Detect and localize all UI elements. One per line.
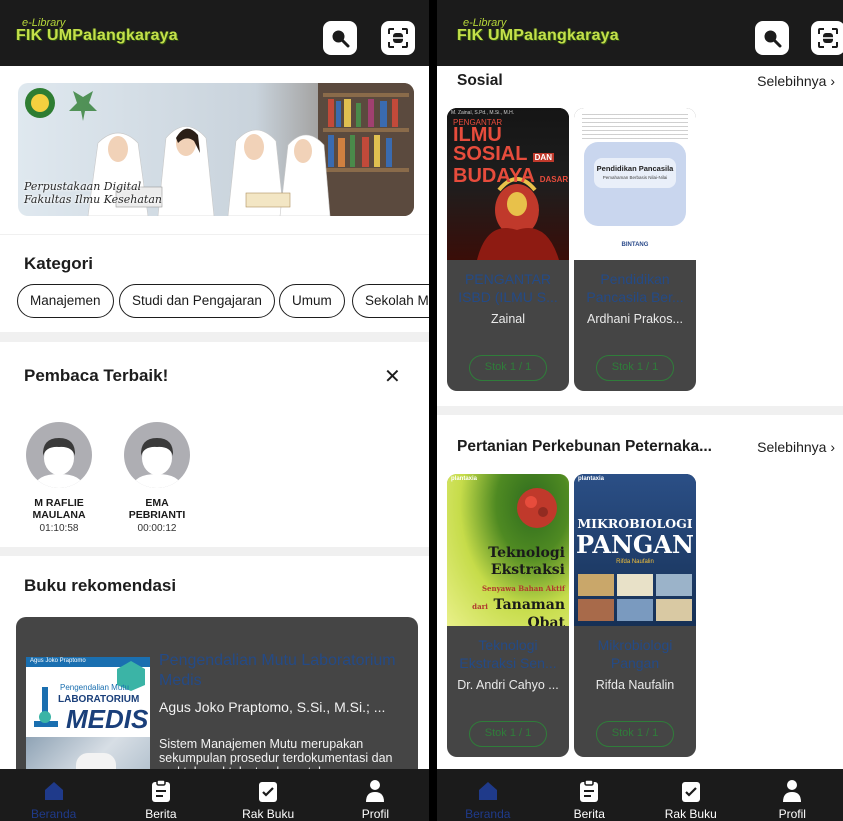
bottom-navigation: Beranda Berita Rak Buku Profil (437, 769, 843, 821)
book-title[interactable]: PENGANTAR ISBD (ILMU S... (451, 270, 565, 306)
kategori-title: Kategori (24, 254, 93, 273)
best-reader-title: Pembaca Terbaik! (24, 366, 169, 385)
left-screen: e-Library FIK UMPalangkaraya Perpustakaa… (0, 0, 429, 821)
book-cover: Pendidikan Pancasila Pemahaman Berbasis … (574, 108, 696, 260)
chip-category[interactable]: Studi dan Pengajaran (119, 284, 275, 318)
book-author: Agus Joko Praptomo, S.Si., M.Si.; ... (159, 699, 386, 715)
nav-profil[interactable]: Profil (742, 769, 843, 821)
book-author: Rifda Naufalin (595, 678, 675, 692)
book-author: Dr. Andri Cahyo ... (457, 678, 559, 692)
nav-beranda[interactable]: Beranda (437, 769, 539, 821)
book-cover: plantaxia Teknologi Ekstraksi Senyawa Ba… (447, 474, 569, 626)
home-icon (478, 782, 497, 800)
section-title: Sosial (457, 72, 503, 89)
profile-icon (783, 780, 802, 802)
stock-badge: Stok 1 / 1 (596, 355, 674, 381)
news-icon (580, 779, 599, 802)
user-avatar-icon (132, 438, 182, 488)
chip-category[interactable]: Sekolah M (352, 284, 429, 318)
see-more-link[interactable]: Selebihnya › (757, 73, 835, 89)
hero-banner[interactable]: Perpustakaan Digital Fakultas Ilmu Keseh… (18, 83, 414, 216)
book-card[interactable]: Pendidikan Pancasila Pemahaman Berbasis … (574, 108, 696, 391)
search-button[interactable] (755, 21, 789, 55)
chevron-right-icon: › (830, 439, 835, 455)
book-title[interactable]: Pendidikan Pancasila Ber... (578, 270, 692, 306)
book-cover: plantaxia MIKROBIOLOGI PANGAN Rifda Nauf… (574, 474, 696, 626)
avatar (124, 422, 190, 488)
stock-badge: Stok 1 / 1 (469, 355, 547, 381)
reader-item[interactable]: EMA PEBRIANTI 00:00:12 (113, 422, 201, 534)
bookshelf-icon (681, 782, 700, 802)
reading-time: 00:00:12 (137, 523, 177, 534)
reader-item[interactable]: M RAFLIE MAULANA 01:10:58 (15, 422, 103, 534)
nav-rak-buku[interactable]: Rak Buku (215, 769, 322, 821)
chevron-right-icon: › (830, 73, 835, 89)
book-cover: M. Zainal, S.Pd., M.Si., M.H. PENGANTAR … (447, 108, 569, 260)
avatar (26, 422, 92, 488)
book-title-link[interactable]: Pengendalian Mutu Laboratorium Medis (159, 651, 399, 691)
scan-button[interactable] (811, 21, 843, 55)
home-icon (44, 782, 63, 800)
stock-badge: Stok 1 / 1 (469, 721, 547, 747)
news-icon (151, 779, 170, 802)
scan-button[interactable] (381, 21, 415, 55)
banner-caption: Perpustakaan Digital Fakultas Ilmu Keseh… (24, 180, 162, 206)
search-button[interactable] (323, 21, 357, 55)
bottom-navigation: Beranda Berita Rak Buku Profil (0, 769, 429, 821)
recommendation-title: Buku rekomendasi (24, 576, 177, 595)
nav-profil[interactable]: Profil (322, 769, 429, 821)
search-icon (764, 30, 782, 48)
search-icon (332, 30, 350, 48)
top-bar: e-Library FIK UMPalangkaraya (0, 0, 429, 66)
chip-category[interactable]: Manajemen (17, 284, 114, 318)
chip-category[interactable]: Umum (279, 284, 345, 318)
screen-divider (429, 0, 437, 821)
nav-rak-buku[interactable]: Rak Buku (640, 769, 742, 821)
scan-icon (388, 28, 408, 48)
nav-berita[interactable]: Berita (107, 769, 214, 821)
stock-badge: Stok 1 / 1 (596, 721, 674, 747)
section-title: Pertanian Perkebunan Peternaka... (457, 438, 712, 455)
book-author: Ardhani Prakos... (587, 312, 683, 326)
reading-time: 01:10:58 (39, 523, 79, 534)
profile-icon (366, 780, 385, 802)
nav-beranda[interactable]: Beranda (0, 769, 107, 821)
book-title[interactable]: Teknologi Ekstraksi Sen... (451, 636, 565, 672)
user-avatar-icon (34, 438, 84, 488)
scan-icon (818, 28, 838, 48)
close-icon[interactable]: ✕ (384, 364, 401, 389)
app-logo: e-Library FIK UMPalangkaraya (16, 17, 178, 44)
bookshelf-icon (259, 782, 278, 802)
book-author: Zainal (490, 312, 526, 326)
book-card[interactable]: M. Zainal, S.Pd., M.Si., M.H. PENGANTAR … (447, 108, 569, 391)
app-logo: e-Library FIK UMPalangkaraya (457, 17, 619, 44)
book-title[interactable]: Mikrobiologi Pangan (578, 636, 692, 672)
book-card[interactable]: plantaxia MIKROBIOLOGI PANGAN Rifda Nauf… (574, 474, 696, 757)
see-more-link[interactable]: Selebihnya › (757, 439, 835, 455)
nav-berita[interactable]: Berita (539, 769, 641, 821)
top-bar: e-Library FIK UMPalangkaraya (437, 0, 843, 66)
book-card[interactable]: plantaxia Teknologi Ekstraksi Senyawa Ba… (447, 474, 569, 757)
right-screen: e-Library FIK UMPalangkaraya Sosial Sele… (437, 0, 843, 821)
